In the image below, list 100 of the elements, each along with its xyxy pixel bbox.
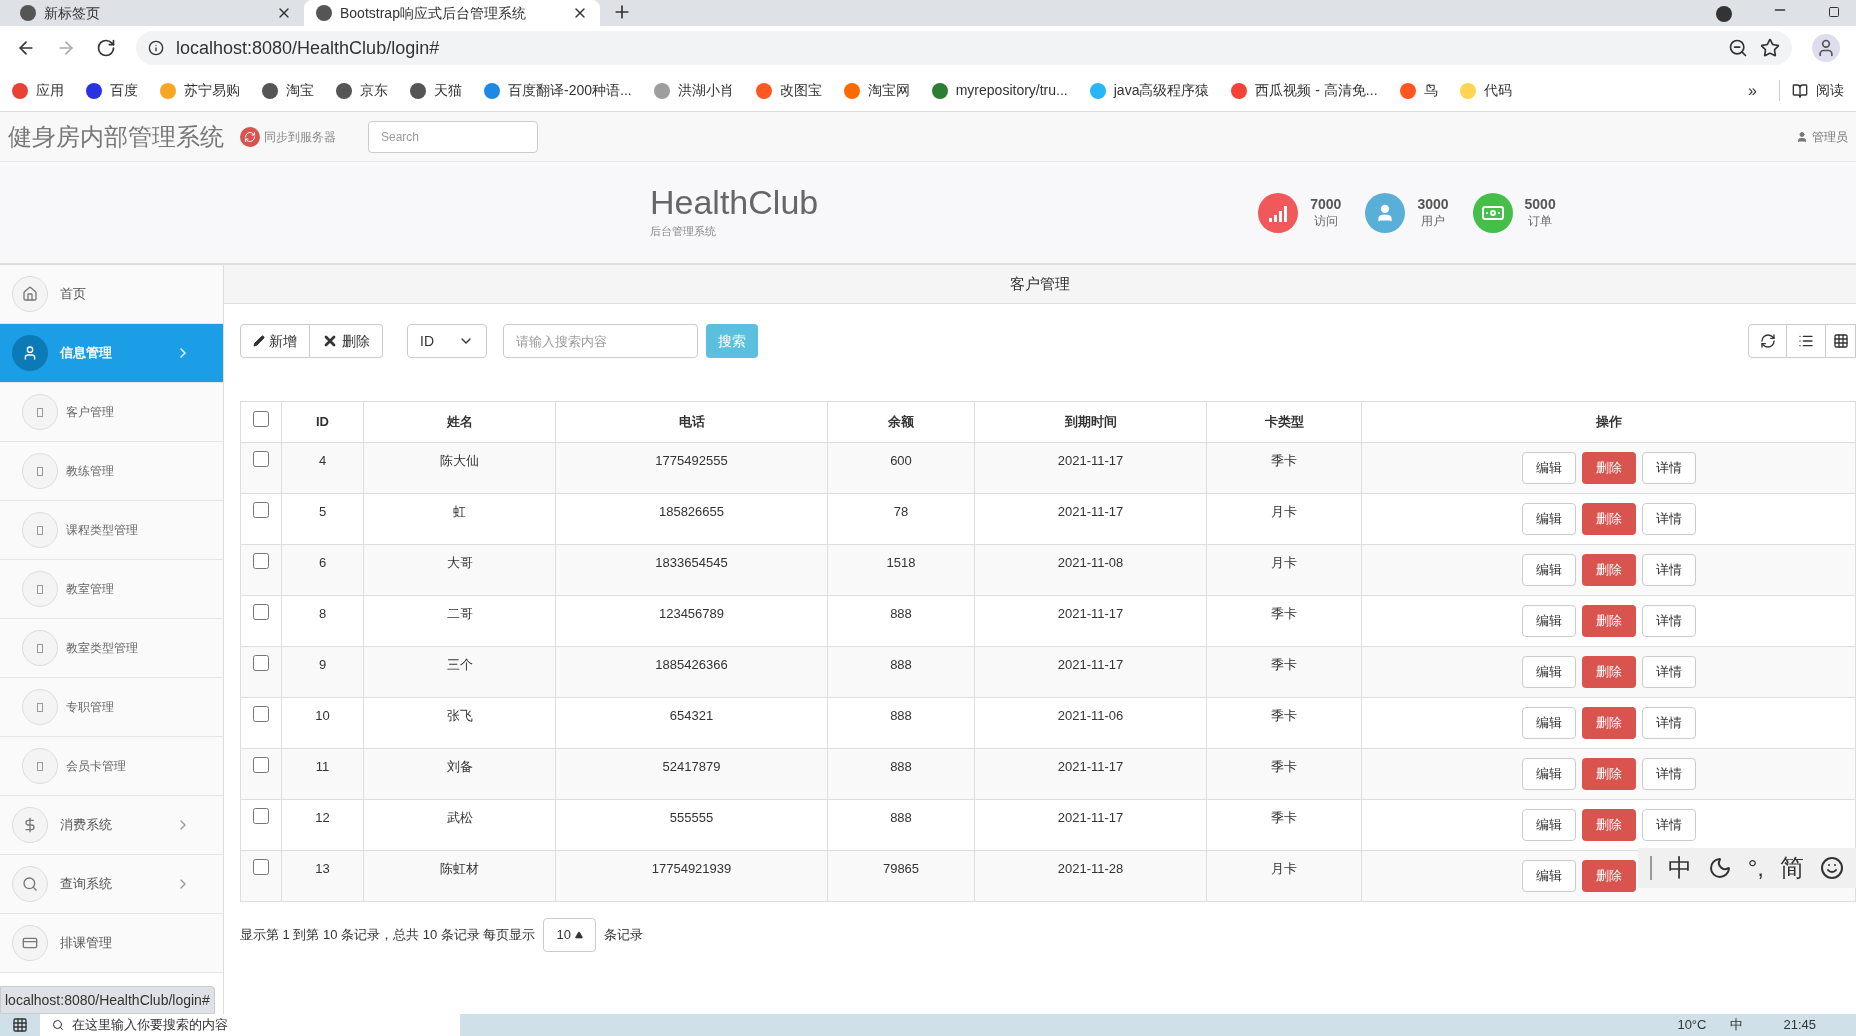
- delete-button[interactable]: 删除: [1581, 503, 1636, 535]
- bookmark-item[interactable]: 改图宝: [755, 80, 822, 101]
- bookmark-item[interactable]: 百度: [86, 80, 138, 101]
- bookmark-item[interactable]: myrepository/tru...: [931, 80, 1068, 101]
- bookmark-item[interactable]: java高级程序猿: [1089, 80, 1210, 101]
- ime-punctuation[interactable]: °,: [1747, 850, 1764, 886]
- sidebar-subitem[interactable]: 教练管理: [0, 442, 223, 501]
- action-button[interactable]: 编辑: [1521, 809, 1576, 841]
- select-all-checkbox[interactable]: [253, 411, 269, 428]
- action-button[interactable]: 详情: [1641, 554, 1696, 586]
- column-header[interactable]: 卡类型: [1206, 401, 1362, 443]
- action-button[interactable]: 详情: [1641, 707, 1696, 739]
- delete-button[interactable]: 删除: [1581, 656, 1636, 688]
- action-button[interactable]: 编辑: [1521, 503, 1576, 535]
- sidebar-item[interactable]: 排课管理: [0, 914, 223, 973]
- add-button[interactable]: 新增: [240, 324, 310, 358]
- bookmark-item[interactable]: 鸟: [1399, 80, 1438, 101]
- bookmark-item[interactable]: 百度翻译-200种语...: [484, 80, 632, 101]
- bookmark-item[interactable]: 淘宝: [262, 80, 314, 101]
- zoom-icon[interactable]: [1728, 38, 1748, 58]
- columns-button[interactable]: [1787, 324, 1826, 358]
- row-checkbox[interactable]: [253, 757, 269, 773]
- action-button[interactable]: 编辑: [1521, 605, 1576, 637]
- action-button[interactable]: 详情: [1641, 758, 1696, 790]
- row-checkbox[interactable]: [253, 604, 269, 620]
- column-header[interactable]: 操作: [1361, 401, 1856, 443]
- bookmark-item[interactable]: 代码: [1459, 80, 1512, 101]
- row-checkbox[interactable]: [253, 451, 269, 467]
- action-button[interactable]: 编辑: [1521, 758, 1576, 790]
- row-checkbox[interactable]: [253, 655, 269, 671]
- column-header[interactable]: 电话: [555, 401, 828, 443]
- weather-text[interactable]: 10°C: [1677, 1015, 1707, 1035]
- clock-time[interactable]: 21:45: [1783, 1015, 1816, 1035]
- sidebar-item[interactable]: 首页: [0, 265, 223, 324]
- user-menu[interactable]: 管理员: [1796, 127, 1848, 146]
- delete-button[interactable]: 删除: [1581, 707, 1636, 739]
- delete-button[interactable]: 删除: [1581, 758, 1636, 790]
- sidebar-item[interactable]: 查询系统: [0, 855, 223, 914]
- app-brand[interactable]: 健身房内部管理系统: [8, 118, 224, 155]
- search-field[interactable]: 请输入搜索内容: [503, 324, 698, 358]
- sidebar-item[interactable]: 消费系统: [0, 796, 223, 855]
- action-button[interactable]: 编辑: [1521, 554, 1576, 586]
- bookmark-item[interactable]: 洪湖小肖: [653, 80, 734, 101]
- action-button[interactable]: 详情: [1641, 605, 1696, 637]
- address-field[interactable]: localhost:8080/HealthClub/login#: [136, 31, 1792, 65]
- grid-button[interactable]: [1826, 324, 1856, 358]
- refresh-button[interactable]: [1748, 324, 1787, 358]
- field-select[interactable]: ID: [407, 324, 487, 358]
- reload-icon[interactable]: [96, 38, 116, 58]
- overflow-chevron[interactable]: »: [1748, 78, 1757, 103]
- row-checkbox[interactable]: [253, 553, 269, 569]
- sidebar-subitem[interactable]: 专职管理: [0, 678, 223, 737]
- ime-indicator[interactable]: 中: [1730, 1015, 1744, 1035]
- action-button[interactable]: 详情: [1641, 452, 1696, 484]
- bookmark-star-icon[interactable]: [1760, 38, 1780, 58]
- taskbar-search-field[interactable]: 在这里输入你要搜索的内容: [40, 1014, 460, 1036]
- delete-button[interactable]: 删除: [310, 324, 383, 358]
- delete-button[interactable]: 删除: [1581, 554, 1636, 586]
- delete-button[interactable]: 删除: [1581, 605, 1636, 637]
- smile-icon[interactable]: [1820, 856, 1844, 880]
- bookmark-item[interactable]: 西瓜视频 - 高清免...: [1231, 80, 1378, 101]
- action-button[interactable]: 编辑: [1521, 656, 1576, 688]
- action-button[interactable]: 编辑: [1521, 707, 1576, 739]
- maximize-icon[interactable]: [1828, 6, 1840, 18]
- action-button[interactable]: 编辑: [1521, 452, 1576, 484]
- sync-link[interactable]: 同步到服务器: [240, 126, 336, 147]
- reading-list-link[interactable]: 阅读: [1816, 80, 1844, 101]
- sidebar-subitem[interactable]: 教室管理: [0, 560, 223, 619]
- search-field[interactable]: Search: [368, 120, 538, 153]
- browser-tab[interactable]: Bootstrap响应式后台管理系统: [304, 0, 600, 26]
- column-header[interactable]: 到期时间: [974, 401, 1207, 443]
- sidebar-subitem[interactable]: 客户管理: [0, 383, 223, 442]
- row-checkbox[interactable]: [253, 808, 269, 824]
- sidebar-subitem[interactable]: 课程类型管理: [0, 501, 223, 560]
- column-header[interactable]: 余额: [827, 401, 975, 443]
- action-button[interactable]: 详情: [1641, 656, 1696, 688]
- moon-icon[interactable]: [1707, 856, 1732, 880]
- profile-icon[interactable]: [1812, 34, 1840, 62]
- sidebar-subitem[interactable]: 教室类型管理: [0, 619, 223, 678]
- row-checkbox[interactable]: [253, 859, 269, 875]
- bookmark-item[interactable]: 淘宝网: [843, 80, 910, 101]
- action-button[interactable]: 详情: [1641, 503, 1696, 535]
- sidebar-subitem[interactable]: 会员卡管理: [0, 737, 223, 796]
- delete-button[interactable]: 删除: [1581, 860, 1636, 892]
- ime-script[interactable]: 简: [1780, 850, 1804, 886]
- row-checkbox[interactable]: [253, 502, 269, 518]
- delete-button[interactable]: 删除: [1581, 809, 1636, 841]
- bookmark-item[interactable]: 天猫: [410, 80, 462, 101]
- action-button[interactable]: 详情: [1641, 809, 1696, 841]
- bookmark-item[interactable]: 苏宁易购: [160, 80, 240, 101]
- delete-button[interactable]: 删除: [1581, 452, 1636, 484]
- column-header[interactable]: ID: [281, 401, 364, 443]
- ime-mode[interactable]: 中: [1667, 850, 1692, 886]
- action-button[interactable]: 编辑: [1521, 860, 1576, 892]
- row-checkbox[interactable]: [253, 706, 269, 722]
- page-size-select[interactable]: 10: [543, 918, 596, 952]
- bookmark-item[interactable]: 京东: [336, 80, 388, 101]
- column-header[interactable]: 姓名: [363, 401, 556, 443]
- browser-tab[interactable]: 新标签页: [8, 0, 304, 26]
- bookmark-item[interactable]: 应用: [12, 80, 64, 101]
